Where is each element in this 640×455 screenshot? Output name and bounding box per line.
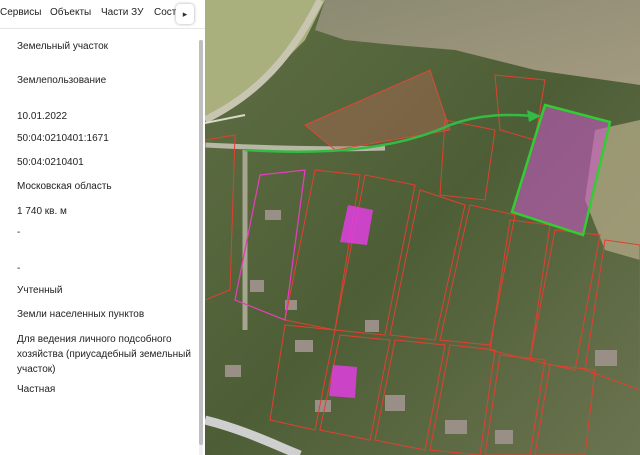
area: 1 740 кв. м [17,206,67,217]
ownership-form: Частная [17,384,56,395]
object-kind: Землепользование [17,75,107,86]
empty-value-2: - [17,263,21,274]
tab-services[interactable]: Сервисы [0,7,41,18]
tabs-next-button[interactable]: ▸ [176,4,194,24]
land-category: Земли населенных пунктов [17,309,145,320]
region: Московская область [17,181,112,192]
permitted-use: Для ведения личного подсобного хозяйства… [17,334,191,375]
cadastral-number: 50:04:0210401:1671 [17,133,109,144]
tab-objects[interactable]: Объекты [50,7,91,18]
object-type: Земельный участок [17,41,109,52]
building-marker-2 [329,365,357,398]
map-view[interactable] [205,0,640,455]
cadastral-quarter: 50:04:0210401 [17,157,84,168]
registration-date: 10.01.2022 [17,111,68,122]
tab-bar: Сервисы Объекты Части ЗУ Соста ▸ [0,0,205,29]
chevron-right-icon: ▸ [182,9,188,19]
tab-parts[interactable]: Части ЗУ [101,7,143,18]
empty-value-1: - [17,227,21,238]
satellite-map[interactable] [205,0,640,455]
scrollbar-thumb[interactable] [199,40,203,445]
panel-scrollbar[interactable] [199,40,203,455]
info-panel: Сервисы Объекты Части ЗУ Соста ▸ Земельн… [0,0,205,455]
status: Учтенный [17,285,63,296]
